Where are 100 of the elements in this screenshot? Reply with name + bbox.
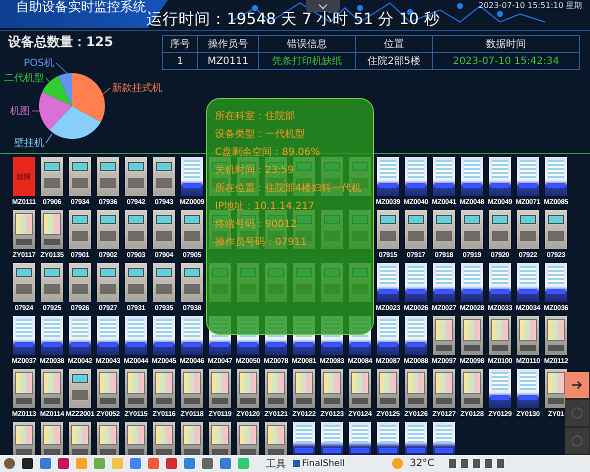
column-header: 操作员号 [198, 36, 258, 52]
kiosk-drawing[interactable] [97, 316, 119, 355]
taskbar-app[interactable]: FinalShell [293, 458, 345, 468]
kiosk-drawing[interactable] [153, 316, 175, 355]
kiosk-drawing[interactable] [349, 369, 371, 408]
kiosk-drawing[interactable] [405, 316, 427, 355]
kiosk-drawing[interactable] [405, 422, 427, 455]
kiosk-drawing[interactable] [97, 369, 119, 408]
info-line: 所在位置：住院部4楼妇科一代机 [215, 183, 362, 195]
kiosk-drawing[interactable] [433, 369, 455, 408]
app-icon[interactable] [22, 458, 33, 469]
kiosk-drawing[interactable] [377, 263, 399, 302]
kiosk-drawing[interactable] [489, 263, 511, 302]
kiosk-drawing[interactable] [489, 369, 511, 408]
kiosk-drawing[interactable] [209, 369, 231, 408]
kiosk-drawing[interactable] [153, 422, 175, 455]
kiosk-drawing[interactable] [41, 422, 63, 455]
kiosk-drawing[interactable] [349, 422, 371, 455]
kiosk-drawing[interactable] [97, 422, 119, 455]
collapse-button[interactable] [306, 0, 340, 12]
kiosk-drawing[interactable] [13, 422, 35, 455]
kiosk-drawing[interactable] [545, 263, 567, 302]
info-line: 所在科室：住院部 [215, 111, 296, 123]
table-cell: 凭条打印机缺纸 [258, 52, 356, 70]
kiosk-drawing[interactable] [517, 263, 539, 302]
info-line: C盘剩余空间：89.06% [215, 147, 322, 159]
kiosk-drawing[interactable] [517, 157, 539, 196]
kiosk-drawing[interactable] [69, 422, 91, 455]
info-line: 设备类型：一代机型 [215, 129, 306, 141]
kiosk-drawing[interactable] [13, 210, 35, 249]
kiosk-drawing[interactable] [321, 422, 343, 455]
column-header: 序号 [162, 36, 198, 52]
app-icon[interactable] [202, 458, 213, 469]
info-line: 终端号码：90012 [215, 219, 298, 231]
circle-icon [571, 435, 583, 447]
kiosk-drawing[interactable] [153, 369, 175, 408]
kiosk-drawing[interactable] [517, 316, 539, 355]
kiosk-drawing[interactable] [125, 422, 147, 455]
kiosk-drawing[interactable] [545, 157, 567, 196]
kiosk-drawing[interactable] [181, 316, 203, 355]
kiosk-drawing[interactable] [545, 316, 567, 355]
kiosk-drawing[interactable] [489, 316, 511, 355]
kiosk-drawing[interactable] [237, 369, 259, 408]
kiosk-drawing[interactable] [125, 369, 147, 408]
kiosk-drawing[interactable] [181, 422, 203, 455]
app-title: 自助设备实时监控系统 [16, 1, 147, 15]
kiosk-drawing[interactable] [461, 263, 483, 302]
kiosk-drawing[interactable] [181, 369, 203, 408]
kiosk-drawing[interactable] [13, 369, 35, 408]
info-line: 关机时间：23:59 [215, 165, 295, 177]
leader-line [46, 134, 52, 144]
kiosk-drawing[interactable] [321, 369, 343, 408]
kiosk-drawing[interactable] [461, 157, 483, 196]
table-cell: 住院2部5楼 [356, 52, 432, 70]
kiosk-drawing[interactable] [545, 369, 567, 408]
kiosk-drawing[interactable] [181, 157, 203, 196]
kiosk-drawing[interactable] [489, 157, 511, 196]
info-line: 操作员号码：07911 [215, 237, 308, 249]
arrow-icon [571, 380, 582, 390]
kiosk-drawing[interactable] [377, 157, 399, 196]
kiosk-drawing[interactable] [293, 369, 315, 408]
legend-label: 壁挂机 [14, 138, 44, 149]
table-cell: 1 [162, 52, 198, 70]
kiosk-drawing[interactable] [377, 369, 399, 408]
column-header: 错误信息 [258, 36, 356, 52]
kiosk-drawing[interactable] [461, 369, 483, 408]
kiosk-drawing[interactable] [405, 263, 427, 302]
kiosk-drawing[interactable] [377, 422, 399, 455]
kiosk-drawing[interactable] [433, 157, 455, 196]
kiosk-drawing[interactable] [461, 316, 483, 355]
kiosk-drawing[interactable] [13, 316, 35, 355]
kiosk-drawing[interactable] [433, 422, 455, 455]
kiosk-drawing[interactable] [433, 263, 455, 302]
table-cell: 2023-07-10 15:42:34 [432, 52, 580, 70]
kiosk-drawing[interactable] [433, 316, 455, 355]
kiosk-drawing[interactable] [69, 316, 91, 355]
kiosk-drawing[interactable] [41, 210, 63, 249]
kiosk-drawing[interactable] [41, 369, 63, 408]
kiosk-drawing[interactable] [517, 369, 539, 408]
kiosk-drawing[interactable] [41, 316, 63, 355]
kiosk-drawing[interactable] [237, 422, 259, 455]
toolbar-label[interactable]: 工具 [266, 456, 286, 470]
kiosk-drawing[interactable] [405, 157, 427, 196]
legend-label: 新款挂式机 [112, 83, 162, 94]
circle-icon [571, 407, 583, 419]
column-header: 位置 [356, 36, 432, 52]
side-button[interactable] [565, 372, 589, 398]
kiosk-drawing[interactable] [125, 316, 147, 355]
avatar-icon[interactable] [4, 458, 15, 469]
legend-label: POS机 [24, 58, 54, 69]
kiosk-drawing[interactable] [265, 422, 287, 455]
device-total: 设备总数量：125 [6, 34, 114, 51]
kiosk-drawing[interactable] [209, 422, 231, 455]
kiosk-drawing[interactable] [293, 422, 315, 455]
kiosk-drawing[interactable] [405, 369, 427, 408]
column-header: 数据时间 [432, 36, 580, 52]
kiosk-drawing[interactable] [265, 369, 287, 408]
kiosk-drawing[interactable] [377, 316, 399, 355]
leader-line [102, 88, 110, 96]
info-line: IP地址：10.1.14.217 [215, 201, 316, 213]
